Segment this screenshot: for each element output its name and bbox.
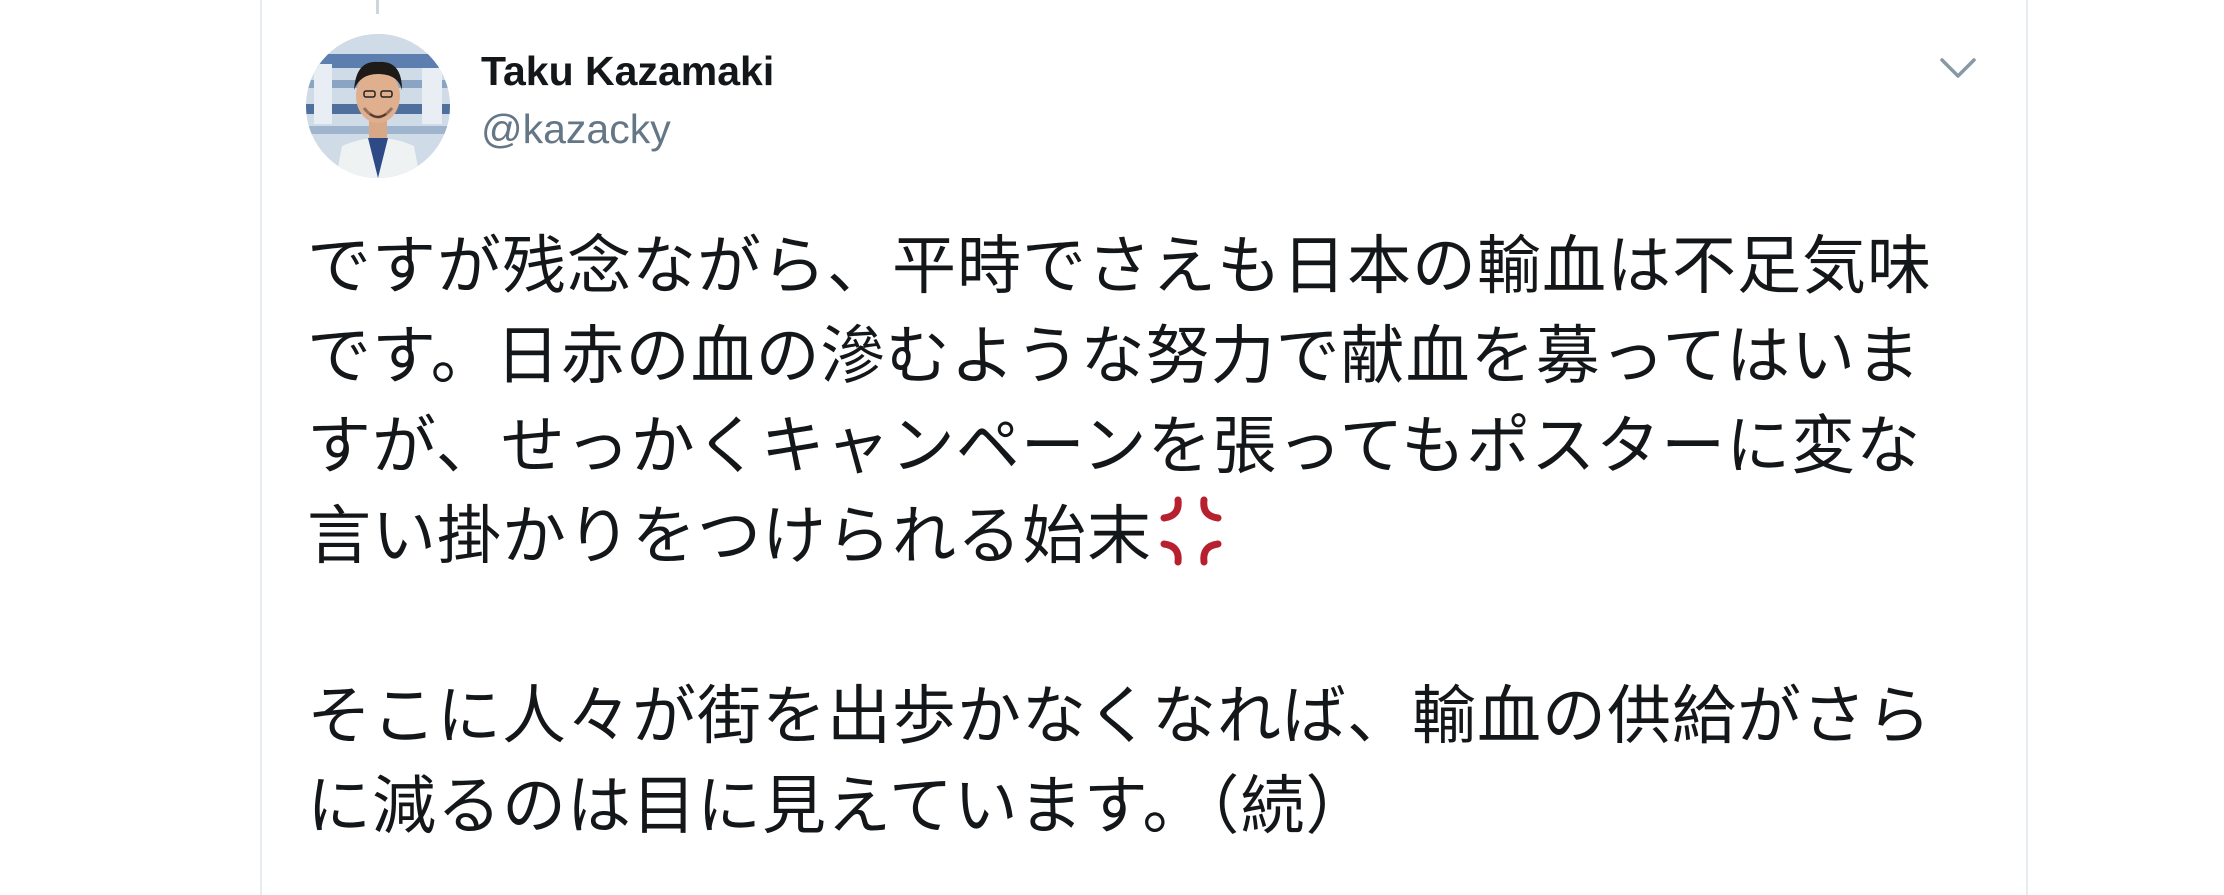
thread-connector-line [376,0,379,14]
tweet-paragraph: ですが残念ながら、平時でさえも日本の輸血は不足気味です。日赤の血の滲むような努力… [307,222,1947,582]
avatar-photo [306,34,450,178]
tweet-paragraph-2-text: そこに人々が街を出歩かなくなれば、輸血の供給がさらに減るのは目に見えています。（… [307,680,1932,844]
avatar[interactable] [306,34,450,178]
tweet-paragraph-1-text: ですが残念ながら、平時でさえも日本の輸血は不足気味です。日赤の血の滲むような努力… [307,230,1932,574]
author-handle[interactable]: @kazacky [481,104,671,154]
anger-symbol-icon [1152,492,1230,570]
tweet-paragraph: そこに人々が街を出歩かなくなれば、輸血の供給がさらに減るのは目に見えています。（… [307,672,1947,852]
tweet-text: ですが残念ながら、平時でさえも日本の輸血は不足気味です。日赤の血の滲むような努力… [307,222,1947,852]
chevron-down-icon[interactable] [1936,50,1980,86]
author-display-name[interactable]: Taku Kazamaki [481,46,774,96]
